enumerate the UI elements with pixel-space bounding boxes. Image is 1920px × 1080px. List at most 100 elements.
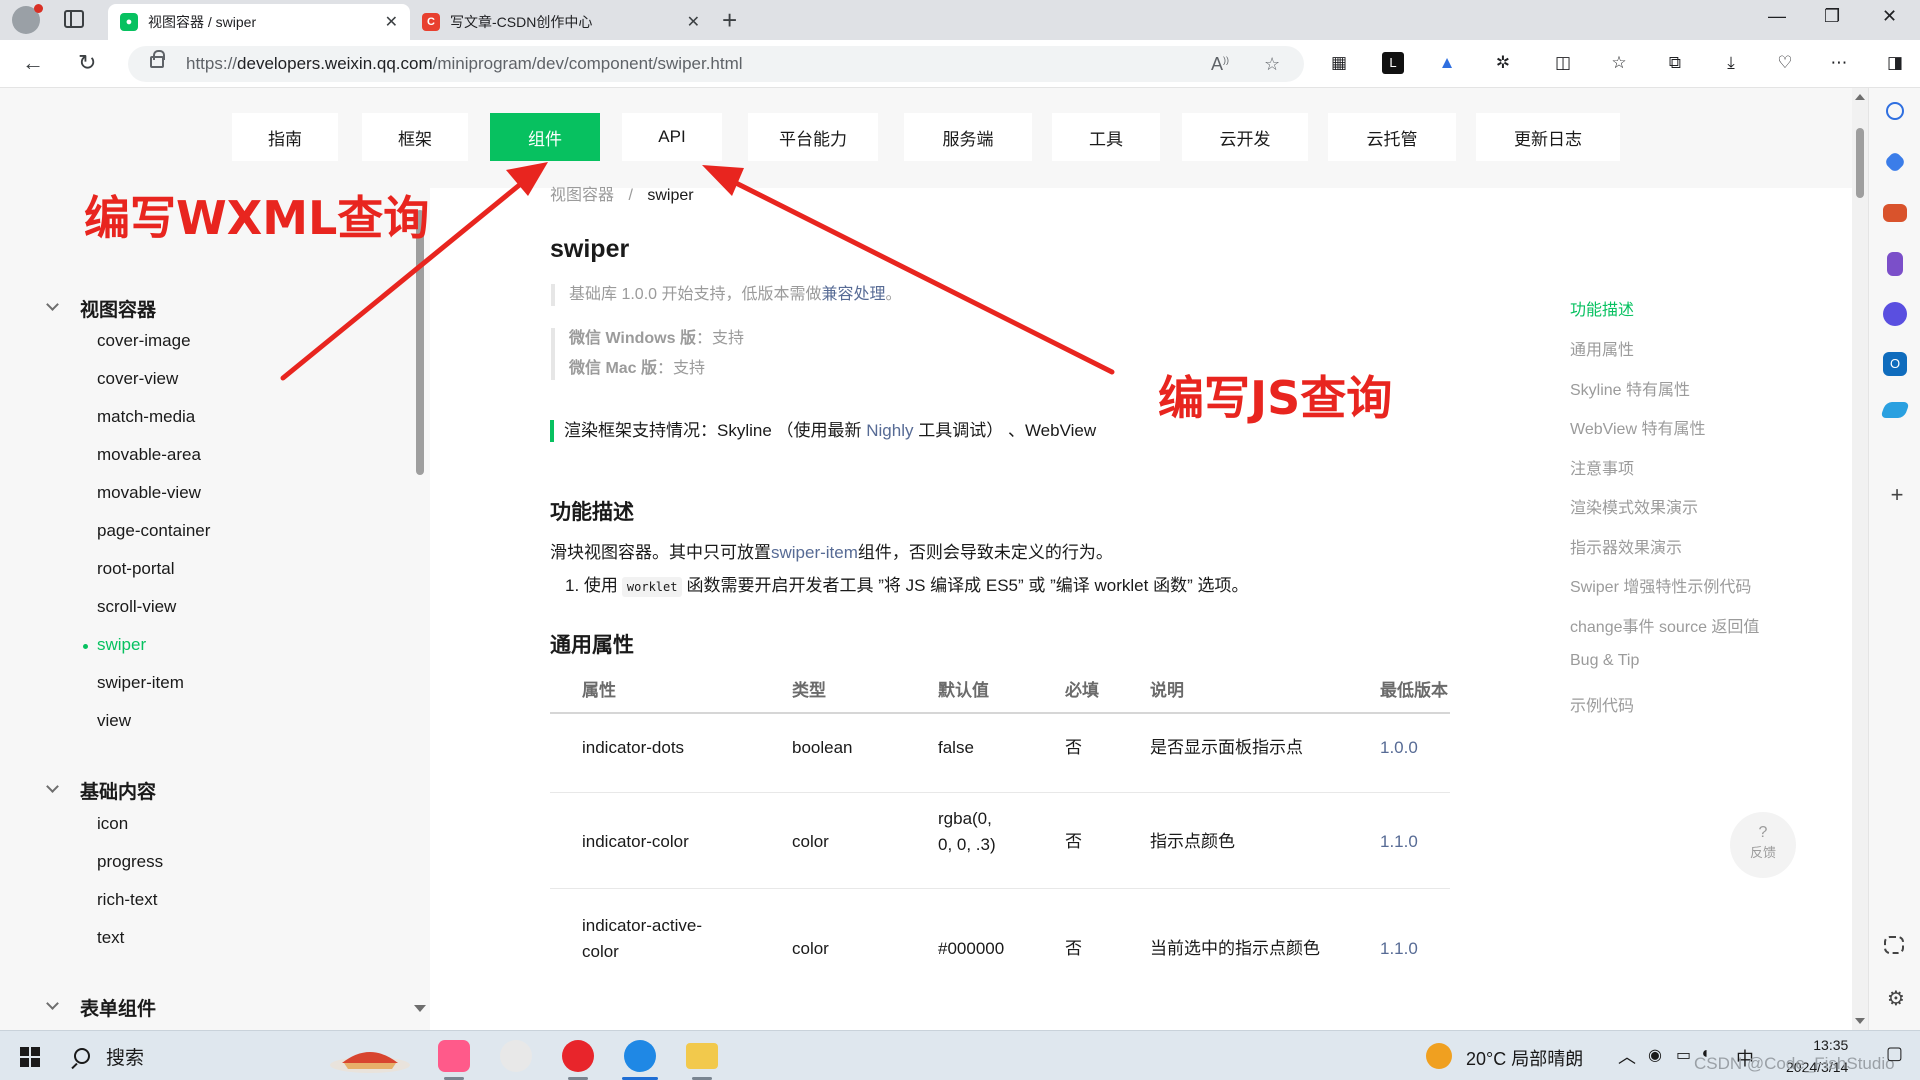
- toolbox-icon[interactable]: [1883, 204, 1907, 222]
- sidebar-item-root-portal[interactable]: root-portal: [97, 559, 174, 579]
- settings-gear-icon[interactable]: ⚙: [1884, 988, 1908, 1012]
- chat-app-icon[interactable]: [500, 1040, 532, 1072]
- read-aloud-icon[interactable]: A)): [1211, 54, 1229, 75]
- bilibili-app-icon[interactable]: [438, 1040, 470, 1072]
- chevron-down-icon[interactable]: [46, 997, 59, 1010]
- sidebar-item-icon[interactable]: icon: [97, 814, 128, 834]
- sidebar-item-match-media[interactable]: match-media: [97, 407, 195, 427]
- feedback-button[interactable]: ? 反馈: [1730, 812, 1796, 878]
- add-icon[interactable]: +: [1885, 484, 1909, 508]
- topnav-changelog[interactable]: 更新日志: [1476, 113, 1620, 161]
- extension-triangle-icon[interactable]: ▲: [1436, 52, 1458, 74]
- swiper-item-link[interactable]: swiper-item: [771, 543, 858, 562]
- sidebar-item-rich-text[interactable]: rich-text: [97, 890, 157, 910]
- lock-icon[interactable]: [150, 50, 165, 68]
- url-text[interactable]: https://developers.weixin.qq.com/minipro…: [186, 54, 743, 74]
- breadcrumb-parent[interactable]: 视图容器: [550, 187, 614, 204]
- topnav-components[interactable]: 组件: [490, 113, 600, 161]
- netease-music-icon[interactable]: [562, 1040, 594, 1072]
- weather-text[interactable]: 20°C 局部晴朗: [1466, 1045, 1583, 1071]
- minimize-icon[interactable]: —: [1768, 6, 1786, 27]
- notification-icon[interactable]: ▢: [1886, 1043, 1903, 1064]
- sidebar-item-swiper[interactable]: swiper: [82, 635, 146, 655]
- performance-icon[interactable]: ♡: [1774, 52, 1796, 74]
- games-icon[interactable]: [1887, 252, 1903, 276]
- extensions-puzzle-icon[interactable]: ✲: [1492, 52, 1514, 74]
- sidebar-item-cover-view[interactable]: cover-view: [97, 369, 178, 389]
- scroll-thumb[interactable]: [1856, 128, 1864, 198]
- favorite-star-icon[interactable]: ☆: [1264, 54, 1280, 75]
- sidebar-item-page-container[interactable]: page-container: [97, 521, 210, 541]
- page-scrollbar[interactable]: [1852, 88, 1868, 1030]
- windows-start-icon[interactable]: [20, 1047, 40, 1067]
- toc-item[interactable]: 指示器效果演示: [1570, 534, 1682, 558]
- nighly-link[interactable]: Nighly: [866, 421, 913, 440]
- close-tab-icon[interactable]: ✕: [687, 12, 700, 32]
- qq-tray-icon[interactable]: ◉: [1648, 1045, 1662, 1065]
- sidebar-group-form[interactable]: 表单组件: [80, 994, 156, 1021]
- split-screen-icon[interactable]: ◫: [1552, 52, 1574, 74]
- sidebar-group-basic-content[interactable]: 基础内容: [80, 777, 156, 804]
- copilot-icon[interactable]: [1883, 302, 1907, 326]
- refresh-icon[interactable]: ↻: [78, 50, 96, 76]
- toc-item[interactable]: Bug & Tip: [1570, 652, 1639, 670]
- weather-icon[interactable]: [1426, 1043, 1452, 1069]
- tab-csdn[interactable]: C 写文章-CSDN创作中心 ✕: [410, 4, 712, 40]
- sidebar-scroll-down-icon[interactable]: [414, 1005, 426, 1012]
- taskbar-search[interactable]: 搜索: [64, 1039, 344, 1073]
- collections-icon[interactable]: ⧉: [1664, 52, 1686, 74]
- topnav-platform[interactable]: 平台能力: [748, 113, 878, 161]
- sidebar-item-movable-view[interactable]: movable-view: [97, 483, 201, 503]
- sidebar-item-cover-image[interactable]: cover-image: [97, 331, 191, 351]
- scroll-up-icon[interactable]: [1855, 94, 1865, 100]
- topnav-cloud-host[interactable]: 云托管: [1328, 113, 1456, 161]
- toc-item[interactable]: 功能描述: [1570, 296, 1634, 320]
- network-icon[interactable]: ▭: [1676, 1045, 1691, 1065]
- toc-item[interactable]: Swiper 增强特性示例代码: [1570, 573, 1751, 597]
- compat-link[interactable]: 兼容处理: [821, 286, 885, 303]
- close-tab-icon[interactable]: ✕: [385, 12, 398, 32]
- topnav-api[interactable]: API: [622, 113, 722, 161]
- topnav-cloud-dev[interactable]: 云开发: [1182, 113, 1308, 161]
- toc-item[interactable]: WebView 特有属性: [1570, 415, 1705, 439]
- topnav-tools[interactable]: 工具: [1052, 113, 1160, 161]
- sidebar-item-scroll-view[interactable]: scroll-view: [97, 597, 176, 617]
- file-explorer-icon[interactable]: [686, 1043, 718, 1069]
- favorites-icon[interactable]: ☆: [1608, 52, 1630, 74]
- topnav-guide[interactable]: 指南: [232, 113, 338, 161]
- extension-icon[interactable]: ▦: [1328, 52, 1350, 74]
- close-window-icon[interactable]: ✕: [1882, 6, 1897, 27]
- new-tab-icon[interactable]: +: [722, 6, 737, 34]
- send-icon[interactable]: [1880, 402, 1910, 418]
- search-icon[interactable]: [1886, 102, 1904, 120]
- sidebar-item-swiper-item[interactable]: swiper-item: [97, 673, 184, 693]
- url-field[interactable]: https://developers.weixin.qq.com/minipro…: [128, 46, 1304, 82]
- back-icon[interactable]: ←: [22, 50, 44, 76]
- toc-item[interactable]: 注意事项: [1570, 455, 1634, 479]
- tab-swiper[interactable]: ● 视图容器 / swiper ✕: [108, 4, 410, 40]
- sidebar-item-movable-area[interactable]: movable-area: [97, 445, 201, 465]
- tab-actions-icon[interactable]: [64, 10, 84, 28]
- toc-item[interactable]: 渲染模式效果演示: [1570, 494, 1698, 518]
- sidebar-item-progress[interactable]: progress: [97, 852, 163, 872]
- tray-chevron-icon[interactable]: ︿: [1618, 1043, 1636, 1069]
- screenshot-icon[interactable]: [1884, 936, 1904, 954]
- sidebar-item-text[interactable]: text: [97, 928, 124, 948]
- sidebar-scrollbar[interactable]: [416, 210, 424, 475]
- chevron-down-icon[interactable]: [46, 780, 59, 793]
- toc-item[interactable]: 示例代码: [1570, 692, 1634, 716]
- toc-item[interactable]: Skyline 特有属性: [1570, 376, 1690, 400]
- scroll-down-icon[interactable]: [1855, 1018, 1865, 1024]
- sidebar-toggle-icon[interactable]: ◨: [1884, 52, 1906, 74]
- topnav-server[interactable]: 服务端: [904, 113, 1032, 161]
- outlook-icon[interactable]: O: [1883, 352, 1907, 376]
- toc-item[interactable]: 通用属性: [1570, 336, 1634, 360]
- more-menu-icon[interactable]: ⋯: [1828, 52, 1850, 74]
- extension-l-icon[interactable]: L: [1382, 52, 1404, 74]
- profile-avatar-icon[interactable]: [12, 4, 43, 34]
- downloads-icon[interactable]: ⤓: [1720, 52, 1742, 74]
- sidebar-item-view[interactable]: view: [97, 711, 131, 731]
- edge-browser-icon[interactable]: [624, 1040, 656, 1072]
- maximize-icon[interactable]: ❐: [1824, 6, 1840, 27]
- sidebar-group-view-container[interactable]: 视图容器: [80, 295, 156, 322]
